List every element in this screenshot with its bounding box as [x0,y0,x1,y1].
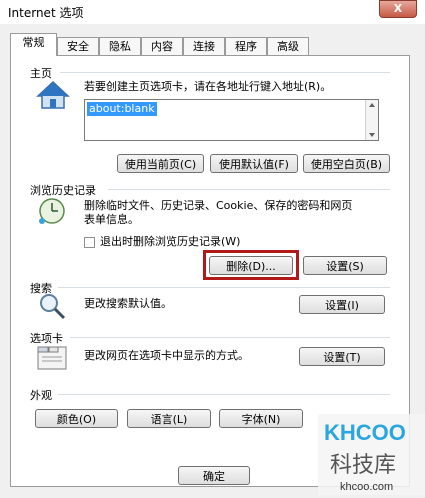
delete-on-exit-label: 退出时删除浏览历史记录(W) [100,235,241,248]
search-section-divider [58,287,390,288]
home-section-divider [60,72,390,73]
delete-history-button[interactable]: 删除(D)... [209,256,293,275]
history-description-line2: 表单信息。 [84,213,139,226]
use-blank-page-button[interactable]: 使用空白页(B) [303,154,390,173]
tab-privacy[interactable]: 隐私 [99,37,141,55]
languages-button[interactable]: 语言(L) [127,409,211,428]
fonts-button[interactable]: 字体(N) [219,409,303,428]
tab-advanced[interactable]: 高级 [267,37,309,55]
tabbed-window-icon [37,346,67,370]
history-clock-icon [39,198,65,224]
title-bar: Internet 选项 X [0,0,425,24]
khcoo-watermark: KHCOO 科技库 khcoo.com [318,414,425,495]
use-default-button[interactable]: 使用默认值(F) [210,154,298,173]
search-settings-button[interactable]: 设置(I) [299,295,385,314]
home-description: 若要创建主页选项卡，请在各地址行键入地址(R)。 [84,80,332,93]
tab-programs[interactable]: 程序 [225,37,267,55]
tab-content[interactable]: 内容 [141,37,183,55]
use-current-page-button[interactable]: 使用当前页(C) [117,154,204,173]
tabs-section-divider [70,337,390,338]
history-section-divider [108,189,390,190]
home-url-field[interactable]: about:blank [84,99,379,141]
home-section-label: 主页 [30,67,52,80]
tab-connections[interactable]: 连接 [183,37,225,55]
appearance-section-label: 外观 [30,389,52,402]
tab-security[interactable]: 安全 [57,37,99,55]
home-icon [36,80,70,109]
svg-text:khcoo.com: khcoo.com [340,481,393,493]
close-button[interactable]: X [379,0,417,18]
home-url-value: about:blank [87,102,157,116]
window-title: Internet 选项 [8,6,84,20]
svg-text:科技库: 科技库 [330,453,396,478]
colors-button[interactable]: 颜色(O) [35,409,118,428]
delete-on-exit-checkbox[interactable] [84,237,95,248]
khcoo-logo: KHCOO 科技库 khcoo.com [318,414,425,495]
tab-general[interactable]: 常规 [10,33,57,56]
scroll-down-icon[interactable] [369,133,375,137]
ok-button[interactable]: 确定 [178,466,250,485]
history-description-line1: 删除临时文件、历史记录、Cookie、保存的密码和网页 [84,199,353,212]
tabs-description: 更改网页在选项卡中显示的方式。 [84,349,249,362]
history-settings-button[interactable]: 设置(S) [303,256,387,275]
appearance-section-divider [58,394,390,395]
search-description: 更改搜索默认值。 [84,297,172,310]
svg-text:KHCOO: KHCOO [324,420,406,445]
tabs-settings-button[interactable]: 设置(T) [299,347,385,366]
url-scrollbar[interactable] [365,100,378,140]
scroll-up-icon[interactable] [369,103,375,107]
magnifier-icon [40,294,66,320]
